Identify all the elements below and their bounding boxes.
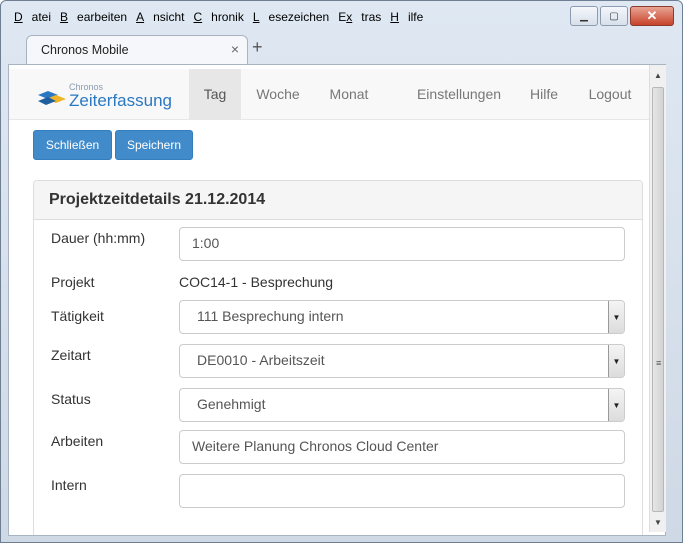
work-input[interactable]: Weitere Planung Chronos Cloud Center xyxy=(179,430,625,464)
nav-monat[interactable]: Monat xyxy=(323,69,375,119)
timetype-select[interactable]: DE0010 - Arbeitszeit ▼ xyxy=(179,344,625,378)
timetype-value: DE0010 - Arbeitszeit xyxy=(197,352,325,368)
brand-title: Zeiterfassung xyxy=(69,91,172,110)
page-viewport: Chronos Zeiterfassung Tag Woche Monat Ei… xyxy=(8,64,666,536)
chevron-down-icon[interactable]: ▼ xyxy=(608,389,624,421)
activity-label: Tätigkeit xyxy=(51,308,104,324)
nav-hilfe[interactable]: Hilfe xyxy=(524,69,564,119)
duration-label: Dauer (hh:mm) xyxy=(51,230,146,246)
maximize-icon: ▢ xyxy=(609,10,619,22)
close-button[interactable]: Schließen xyxy=(33,130,112,160)
new-tab-icon[interactable]: + xyxy=(252,37,263,58)
tab-bar: Chronos Mobile × + xyxy=(8,33,674,64)
scroll-up-icon[interactable]: ▲ xyxy=(654,71,662,80)
minimize-icon: ▁ xyxy=(580,10,588,22)
menu-bar: Datei Bearbeiten Ansicht Chronik Lesezei… xyxy=(14,10,432,28)
nav-einstellungen[interactable]: Einstellungen xyxy=(409,69,509,119)
menu-hilfe[interactable]: Hilfe xyxy=(390,10,423,28)
menu-bearbeiten[interactable]: Bearbeiten xyxy=(60,10,127,28)
close-icon: ✕ xyxy=(646,8,658,23)
app-navbar: Chronos Zeiterfassung Tag Woche Monat Ei… xyxy=(9,69,650,120)
menu-lesezeichen[interactable]: Lesezeichen xyxy=(253,10,329,28)
tab-title: Chronos Mobile xyxy=(41,43,129,57)
menu-ansicht[interactable]: Ansicht xyxy=(136,10,184,28)
work-label: Arbeiten xyxy=(51,433,104,449)
panel-title: Projektzeitdetails 21.12.2014 xyxy=(34,181,642,220)
timetype-label: Zeitart xyxy=(51,347,91,363)
chevron-down-icon[interactable]: ▼ xyxy=(608,345,624,377)
status-select[interactable]: Genehmigt ▼ xyxy=(179,388,625,422)
activity-value: 111 Besprechung intern xyxy=(197,308,344,324)
project-label: Projekt xyxy=(51,274,95,290)
status-label: Status xyxy=(51,391,91,407)
window-controls: ▁ ▢ ✕ xyxy=(570,6,674,26)
duration-input[interactable]: 1:00 xyxy=(179,227,625,261)
vertical-scrollbar[interactable]: ▲ ≡ ▼ xyxy=(649,65,666,532)
details-panel: Projektzeitdetails 21.12.2014 Dauer (hh:… xyxy=(33,180,643,535)
chevron-down-icon[interactable]: ▼ xyxy=(608,301,624,333)
maximize-button[interactable]: ▢ xyxy=(600,6,628,26)
brand-logo[interactable]: Chronos Zeiterfassung xyxy=(36,79,186,113)
nav-woche[interactable]: Woche xyxy=(249,69,307,119)
minimize-button[interactable]: ▁ xyxy=(570,6,598,26)
menu-datei[interactable]: Datei xyxy=(14,10,51,28)
scrollbar-thumb[interactable]: ≡ xyxy=(652,87,664,512)
project-value: COC14-1 - Besprechung xyxy=(179,274,334,290)
status-value: Genehmigt xyxy=(197,396,266,412)
activity-select[interactable]: 111 Besprechung intern ▼ xyxy=(179,300,625,334)
save-button[interactable]: Speichern xyxy=(115,130,193,160)
internal-input[interactable] xyxy=(179,474,625,508)
internal-label: Intern xyxy=(51,477,87,493)
scroll-down-icon[interactable]: ▼ xyxy=(654,518,662,527)
close-window-button[interactable]: ✕ xyxy=(630,6,674,26)
logo-icon xyxy=(38,91,66,105)
nav-tag[interactable]: Tag xyxy=(189,69,241,119)
nav-logout[interactable]: Logout xyxy=(583,69,637,119)
grip-icon: ≡ xyxy=(656,358,662,368)
menu-extras[interactable]: Ex tras xyxy=(338,10,381,28)
menu-chronik[interactable]: Chronik xyxy=(193,10,243,28)
tab-close-icon[interactable]: × xyxy=(231,41,239,57)
tab-chronos-mobile[interactable]: Chronos Mobile × xyxy=(26,35,248,64)
